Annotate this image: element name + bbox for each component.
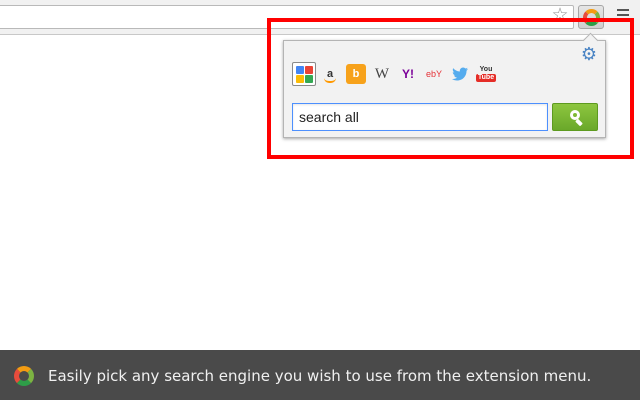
multi-search-ring-icon: [14, 366, 34, 386]
caption-bar: Easily pick any search engine you wish t…: [0, 350, 640, 400]
highlight-frame: [267, 18, 634, 159]
caption-text: Easily pick any search engine you wish t…: [48, 367, 592, 385]
